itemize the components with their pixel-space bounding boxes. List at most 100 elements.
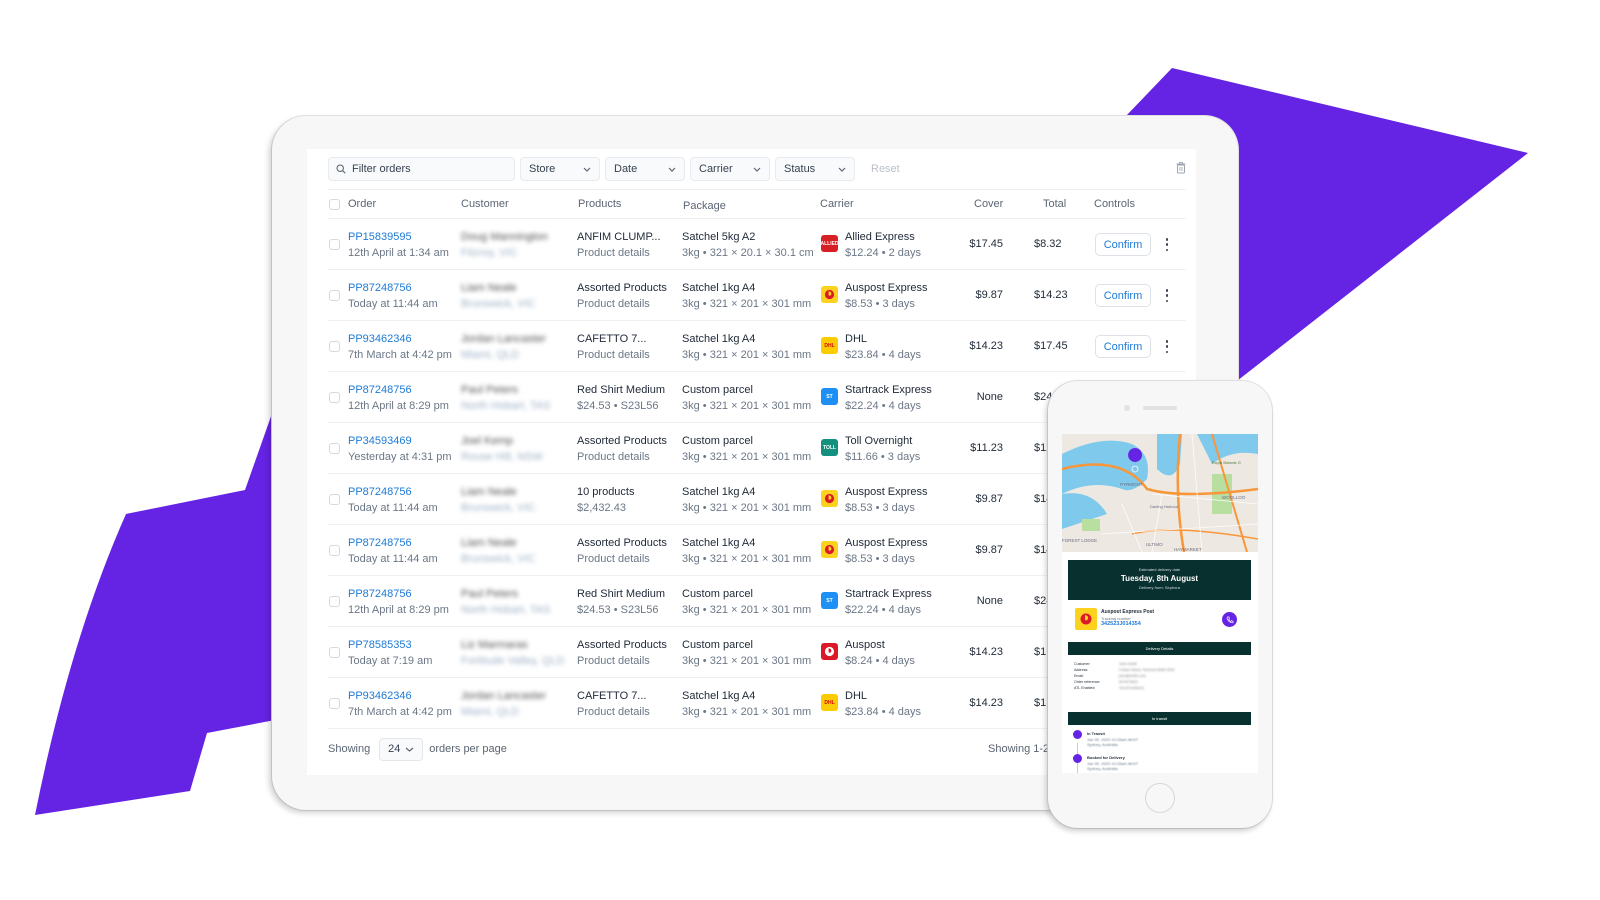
- order-date: 12th April at 8:29 pm: [348, 400, 449, 412]
- map-label-botanic: Royal Botanic G: [1212, 460, 1241, 465]
- product-details[interactable]: $24.53 • S23L56: [577, 400, 659, 412]
- product-details[interactable]: $24.53 • S23L56: [577, 604, 659, 616]
- row-checkbox[interactable]: [329, 443, 340, 454]
- call-button[interactable]: [1222, 612, 1237, 627]
- carrier-name: Allied Express: [845, 231, 915, 243]
- delivery-map[interactable]: PYRMONT Darling Harbour ULTIMO HAYMARKET…: [1062, 434, 1258, 552]
- column-total[interactable]: Total: [1043, 198, 1066, 210]
- order-number-link[interactable]: PP87248756: [348, 282, 412, 294]
- order-number-link[interactable]: PP34593469: [348, 435, 412, 447]
- customer-name: Liam Neale: [461, 282, 517, 294]
- product-details[interactable]: Product details: [577, 655, 650, 667]
- auspost-express-logo-icon: [821, 286, 838, 303]
- cover-value: $17.45: [969, 238, 1003, 250]
- per-page-dropdown[interactable]: 24: [379, 737, 424, 761]
- column-order[interactable]: Order: [348, 198, 376, 210]
- order-number-link[interactable]: PP93462346: [348, 333, 412, 345]
- order-number-link[interactable]: PP87248756: [348, 384, 412, 396]
- more-options-icon[interactable]: [1164, 238, 1170, 251]
- product-details[interactable]: Product details: [577, 706, 650, 718]
- product-details[interactable]: Product details: [577, 247, 650, 259]
- order-number-link[interactable]: PP87248756: [348, 537, 412, 549]
- carrier-name: Auspost: [845, 639, 885, 651]
- cover-value: None: [976, 391, 1003, 403]
- more-options-icon[interactable]: [1164, 340, 1170, 353]
- package-name: Custom parcel: [682, 639, 753, 651]
- cover-value: $9.87: [975, 544, 1003, 556]
- column-products[interactable]: Products: [578, 198, 621, 210]
- status-filter-dropdown[interactable]: Status: [775, 157, 855, 181]
- home-button[interactable]: [1145, 783, 1175, 813]
- table-row[interactable]: PP87248756 Today at 11:44 am Liam Neale …: [328, 270, 1186, 321]
- eta-from: Delivery from: Sephora: [1139, 585, 1180, 590]
- confirm-button[interactable]: Confirm: [1095, 233, 1151, 256]
- more-options-icon[interactable]: [1164, 289, 1170, 302]
- column-package[interactable]: Package: [683, 200, 726, 212]
- carrier-price-eta: $8.24 • 4 days: [845, 655, 915, 667]
- row-checkbox[interactable]: [329, 392, 340, 403]
- order-date: 12th April at 8:29 pm: [348, 604, 449, 616]
- order-number-link[interactable]: PP78585353: [348, 639, 412, 651]
- map-label-haymarket: HAYMARKET: [1174, 547, 1202, 552]
- reset-button[interactable]: Reset: [871, 163, 900, 175]
- product-details[interactable]: Product details: [577, 451, 650, 463]
- dhl-logo-icon: DHL: [821, 694, 838, 711]
- table-row[interactable]: PP15839595 12th April at 1:34 am Doug Ma…: [328, 219, 1186, 270]
- product-details[interactable]: Product details: [577, 553, 650, 565]
- order-date: 12th April at 1:34 am: [348, 247, 449, 259]
- row-checkbox[interactable]: [329, 545, 340, 556]
- carrier-price-eta: $22.24 • 4 days: [845, 400, 922, 412]
- carrier-price-eta: $22.24 • 4 days: [845, 604, 922, 616]
- carrier-price-eta: $23.84 • 4 days: [845, 706, 922, 718]
- select-all-checkbox[interactable]: [329, 199, 340, 210]
- row-checkbox[interactable]: [329, 290, 340, 301]
- product-details[interactable]: Product details: [577, 349, 650, 361]
- carrier-name: DHL: [845, 333, 868, 345]
- product-details[interactable]: $2,432.43: [577, 502, 626, 514]
- chevron-down-icon: [668, 167, 676, 172]
- product-name: Red Shirt Medium: [577, 384, 666, 396]
- toll-logo-icon: TOLL: [821, 439, 838, 456]
- detail-row: ATL Enabled: Yes (Frontdoor): [1074, 686, 1144, 690]
- carrier-filter-label: Carrier: [699, 163, 733, 175]
- date-filter-dropdown[interactable]: Date: [605, 157, 685, 181]
- carrier-price-eta: $12.24 • 2 days: [845, 247, 922, 259]
- customer-name: Joel Kemp: [461, 435, 513, 447]
- customer-location: Fortitude Valley, QLD: [461, 655, 565, 667]
- row-checkbox[interactable]: [329, 647, 340, 658]
- order-date: Today at 7:19 am: [348, 655, 433, 667]
- customer-name: Liam Neale: [461, 537, 517, 549]
- column-cover[interactable]: Cover: [974, 198, 1003, 210]
- row-checkbox[interactable]: [329, 494, 340, 505]
- customer-name: Jordan Lancaster: [461, 690, 546, 702]
- filter-orders-input[interactable]: Filter orders: [328, 157, 515, 181]
- package-dimensions: 3kg • 321 × 20.1 × 30.1 cm: [682, 247, 814, 259]
- row-checkbox[interactable]: [329, 239, 340, 250]
- chevron-down-icon: [838, 167, 846, 172]
- row-checkbox[interactable]: [329, 698, 340, 709]
- row-checkbox[interactable]: [329, 341, 340, 352]
- confirm-button[interactable]: Confirm: [1095, 284, 1151, 307]
- order-number-link[interactable]: PP15839595: [348, 231, 412, 243]
- package-dimensions: 3kg • 321 × 201 × 301 mm: [682, 706, 812, 718]
- order-number-link[interactable]: PP93462346: [348, 690, 412, 702]
- tracking-number-link[interactable]: 342523J014354: [1101, 621, 1141, 627]
- column-customer[interactable]: Customer: [461, 198, 509, 210]
- store-filter-dropdown[interactable]: Store: [520, 157, 600, 181]
- table-row[interactable]: PP93462346 7th March at 4:42 pm Jordan L…: [328, 321, 1186, 372]
- table-header: Order Customer Products Package Carrier …: [328, 189, 1186, 219]
- carrier-filter-dropdown[interactable]: Carrier: [690, 157, 770, 181]
- tracking-screen: PYRMONT Darling Harbour ULTIMO HAYMARKET…: [1062, 434, 1258, 773]
- map-label-woolloo: WOOLLOO: [1222, 495, 1246, 500]
- product-details[interactable]: Product details: [577, 298, 650, 310]
- order-number-link[interactable]: PP87248756: [348, 486, 412, 498]
- row-checkbox[interactable]: [329, 596, 340, 607]
- customer-location: Brunswick, VIC: [461, 553, 536, 565]
- confirm-button[interactable]: Confirm: [1095, 335, 1151, 358]
- tracking-card: Auspost Express Post Tracking number 342…: [1068, 604, 1251, 634]
- customer-location: Fitzroy, VIC: [461, 247, 518, 259]
- trash-icon[interactable]: [1176, 162, 1186, 174]
- column-carrier[interactable]: Carrier: [820, 198, 854, 210]
- order-date: Today at 11:44 am: [348, 298, 438, 310]
- order-number-link[interactable]: PP87248756: [348, 588, 412, 600]
